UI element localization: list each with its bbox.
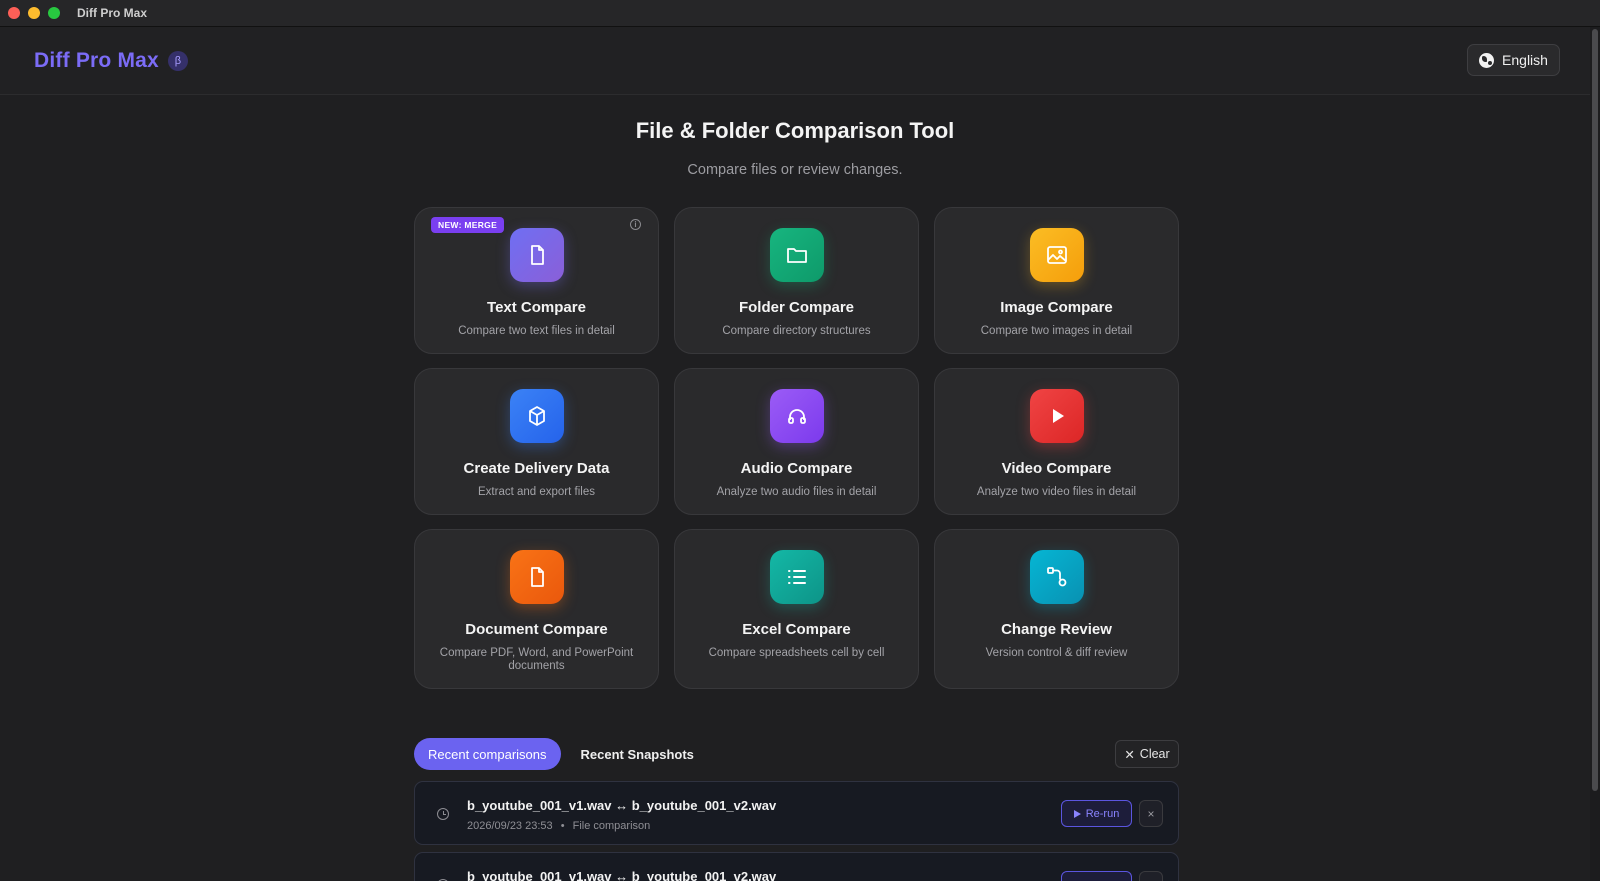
tab-recent-comparisons[interactable]: Recent comparisons <box>414 738 561 770</box>
language-label: English <box>1502 52 1548 68</box>
video-compare-card[interactable]: Video Compare Analyze two video files in… <box>934 368 1179 515</box>
excel-compare-card[interactable]: Excel Compare Compare spreadsheets cell … <box>674 529 919 689</box>
recent-item[interactable]: b_youtube_001_v1.wav ↔ b_youtube_001_v2.… <box>414 852 1179 881</box>
title-bar: Diff Pro Max <box>0 0 1600 27</box>
change-review-card[interactable]: Change Review Version control & diff rev… <box>934 529 1179 689</box>
card-description: Compare PDF, Word, and PowerPoint docume… <box>439 647 634 672</box>
dismiss-button[interactable] <box>1139 871 1163 881</box>
play-icon <box>1073 809 1081 818</box>
card-description: Extract and export files <box>478 486 595 498</box>
brand-name: Diff Pro Max <box>34 49 159 72</box>
page-title: File & Folder Comparison Tool <box>635 118 955 143</box>
card-title: Audio Compare <box>740 460 853 477</box>
card-title: Document Compare <box>465 621 608 638</box>
recent-item-type: File comparison <box>572 820 651 832</box>
recent-item-timestamp: 2026/09/23 23:53 <box>467 820 553 832</box>
clock-icon <box>437 808 449 820</box>
app-window: Diff Pro Max Diff Pro Max β English File… <box>0 0 1600 881</box>
package-icon <box>509 389 564 443</box>
scrollbar-thumb[interactable] <box>1592 29 1598 791</box>
brand: Diff Pro Max β <box>34 49 188 73</box>
headphones-icon <box>769 389 824 443</box>
dismiss-button[interactable]: × <box>1139 800 1163 827</box>
card-description: Compare two text files in detail <box>458 325 615 337</box>
card-description: Analyze two audio files in detail <box>716 486 877 498</box>
meta-separator: • <box>560 820 565 832</box>
card-description: Version control & diff review <box>985 647 1128 659</box>
card-title: Video Compare <box>1001 460 1112 477</box>
play-icon <box>1029 389 1084 443</box>
rerun-label: Re-run <box>1085 807 1120 820</box>
tab-recent-snapshots[interactable]: Recent Snapshots <box>567 738 708 770</box>
rerun-button[interactable]: Re-run <box>1061 800 1132 827</box>
folder-compare-card[interactable]: Folder Compare Compare directory structu… <box>674 207 919 354</box>
rerun-button[interactable] <box>1061 871 1132 881</box>
info-icon[interactable]: i <box>630 219 641 230</box>
card-title: Folder Compare <box>738 299 855 316</box>
recent-item[interactable]: b_youtube_001_v1.wav ↔ b_youtube_001_v2.… <box>414 781 1179 845</box>
clear-label: Clear <box>1139 747 1170 761</box>
card-title: Image Compare <box>1000 299 1113 316</box>
window-title: Diff Pro Max <box>77 6 148 20</box>
create-delivery-data-card[interactable]: Create Delivery Data Extract and export … <box>414 368 659 515</box>
close-icon: ✕ <box>1124 747 1135 762</box>
maximize-window-button[interactable] <box>48 7 60 19</box>
card-description: Compare two images in detail <box>980 325 1133 337</box>
card-description: Compare directory structures <box>722 325 871 337</box>
image-compare-card[interactable]: Image Compare Compare two images in deta… <box>934 207 1179 354</box>
recent-item-title: b_youtube_001_v1.wav ↔ b_youtube_001_v2.… <box>467 869 777 881</box>
beta-badge: β <box>167 51 188 71</box>
audio-compare-card[interactable]: Audio Compare Analyze two audio files in… <box>674 368 919 515</box>
tool-grid: NEW: MERGE i Text Compare Compare two te… <box>414 207 1179 689</box>
language-button[interactable]: English <box>1467 44 1560 76</box>
image-icon <box>1029 228 1084 282</box>
card-title: Excel Compare <box>742 621 851 638</box>
card-title: Create Delivery Data <box>463 460 610 477</box>
card-description: Compare spreadsheets cell by cell <box>708 647 885 659</box>
list-icon <box>769 550 824 604</box>
window-controls <box>8 7 60 19</box>
file-icon <box>509 228 564 282</box>
folder-icon <box>769 228 824 282</box>
page-subtitle: Compare files or review changes. <box>687 162 903 178</box>
card-title: Text Compare <box>487 299 586 316</box>
minimize-window-button[interactable] <box>28 7 40 19</box>
close-window-button[interactable] <box>8 7 20 19</box>
globe-icon <box>1479 52 1495 68</box>
text-compare-card[interactable]: NEW: MERGE i Text Compare Compare two te… <box>414 207 659 354</box>
history-tabs: Recent comparisons Recent Snapshots <box>414 738 708 770</box>
card-description: Analyze two video files in detail <box>976 486 1137 498</box>
recent-item-meta: 2026/09/23 23:53 • File comparison <box>467 820 650 832</box>
new-merge-badge: NEW: MERGE <box>431 217 505 233</box>
clear-button[interactable]: ✕ Clear <box>1115 740 1179 768</box>
document-compare-card[interactable]: Document Compare Compare PDF, Word, and … <box>414 529 659 689</box>
recent-item-title: b_youtube_001_v1.wav ↔ b_youtube_001_v2.… <box>467 798 777 813</box>
app-header: Diff Pro Max β English <box>0 27 1590 95</box>
git-branch-icon <box>1029 550 1084 604</box>
document-icon <box>509 550 564 604</box>
card-title: Change Review <box>1001 621 1112 638</box>
